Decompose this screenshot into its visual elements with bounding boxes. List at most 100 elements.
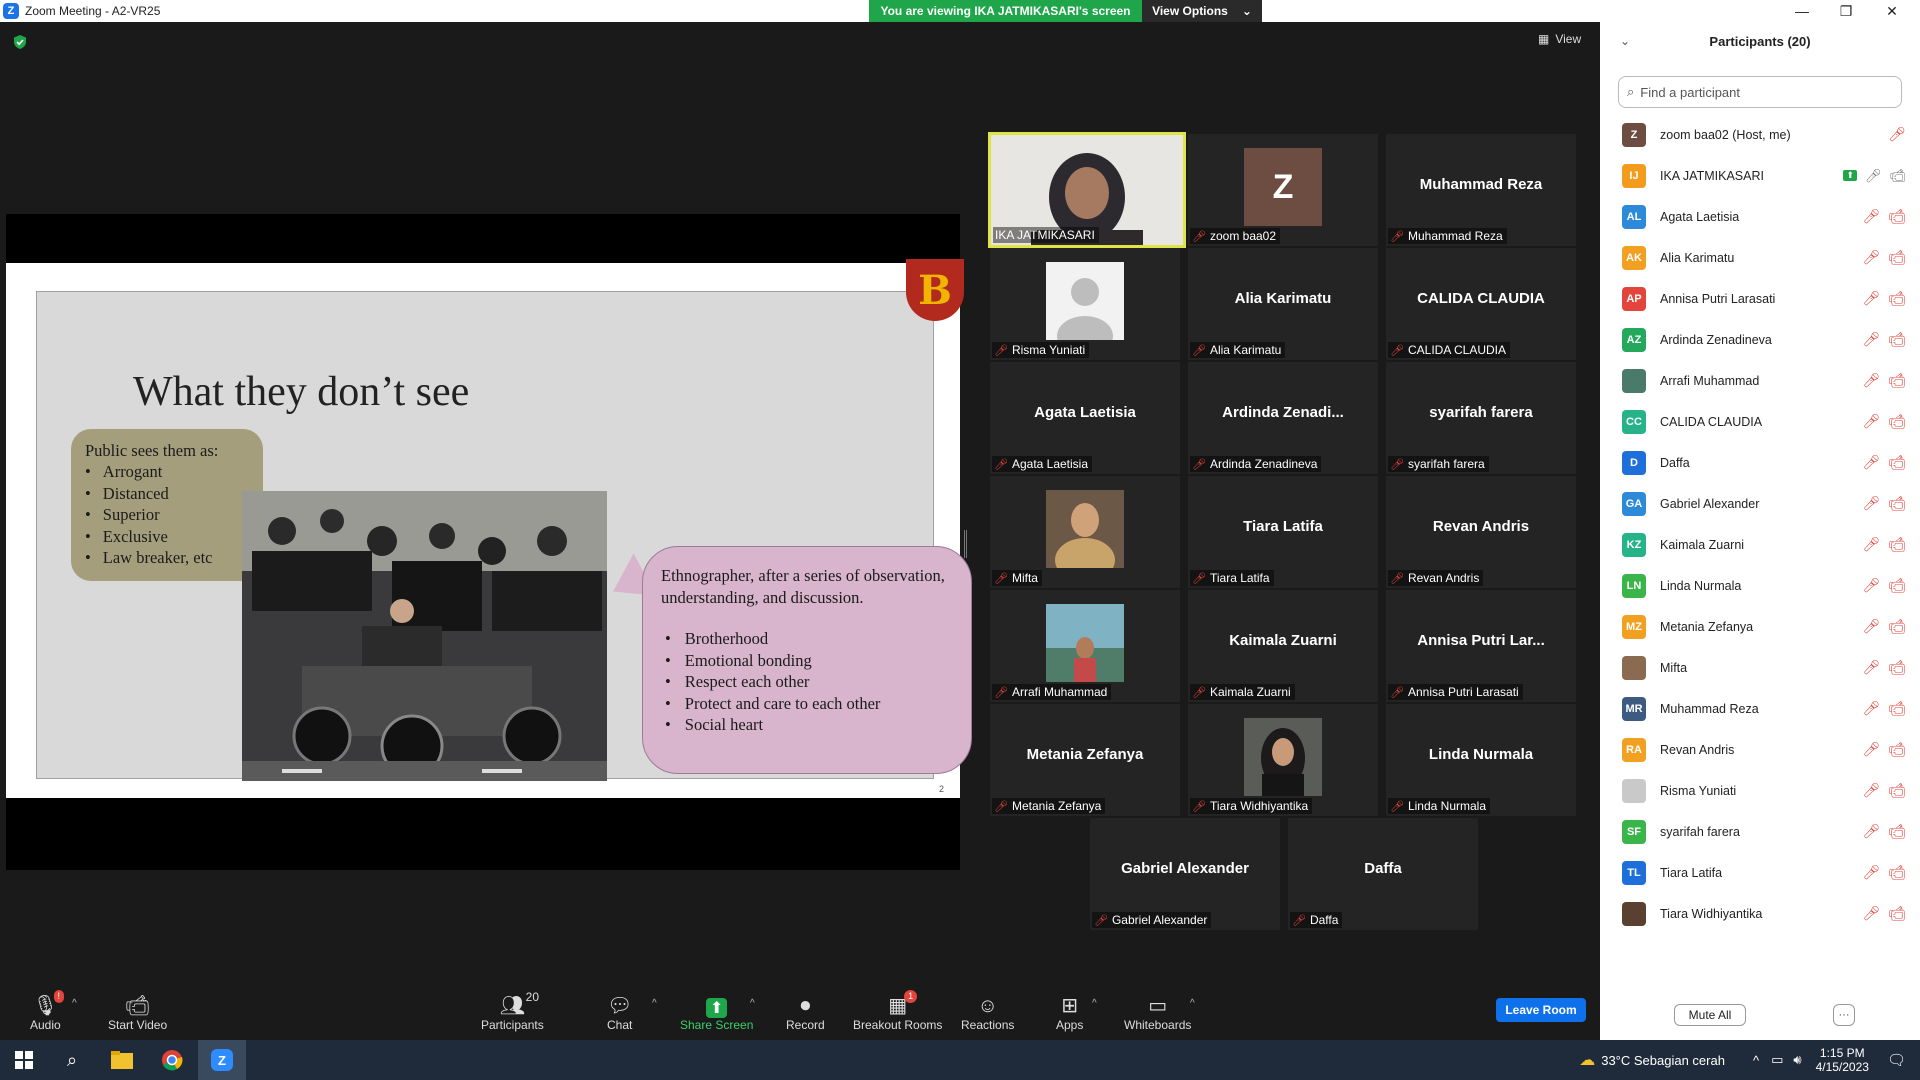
chat-button[interactable]: 💬︎ Chat xyxy=(607,990,632,1032)
restore-button[interactable]: ❐ xyxy=(1826,0,1866,22)
video-off-icon[interactable]: 📹︎ xyxy=(1888,700,1906,717)
participant-row[interactable]: KZ Kaimala Zuarni 🎤︎ 📹︎ xyxy=(1600,524,1920,565)
leave-room-button[interactable]: Leave Room xyxy=(1496,998,1586,1022)
participant-row[interactable]: Zzoom baa02 (Host, me) 🎤︎ xyxy=(1600,114,1920,155)
mic-muted-icon[interactable]: 🎤︎ xyxy=(1862,290,1880,307)
video-off-icon[interactable]: 📹︎ xyxy=(1888,413,1906,430)
shared-screen[interactable]: What they don’t see Public sees them as:… xyxy=(6,214,972,870)
more-options-button[interactable]: ··· xyxy=(1833,1004,1855,1026)
whiteboards-options-caret[interactable]: ^ xyxy=(1190,998,1195,1009)
participant-row[interactable]: AL Agata Laetisia 🎤︎ 📹︎ xyxy=(1600,196,1920,237)
video-off-icon[interactable]: 📹︎ xyxy=(1888,659,1906,676)
record-button[interactable]: ⏺︎ Record xyxy=(786,990,825,1032)
participant-row[interactable]: Mifta 🎤︎ 📹︎ xyxy=(1600,647,1920,688)
video-tile[interactable]: 🎤︎ Risma Yuniati xyxy=(990,248,1180,360)
video-tile[interactable]: Agata Laetisia 🎤︎ Agata Laetisia xyxy=(990,362,1180,474)
video-tile[interactable]: Revan Andris 🎤︎ Revan Andris xyxy=(1386,476,1576,588)
chrome-icon[interactable] xyxy=(148,1040,196,1080)
participants-button[interactable]: 👥︎ 20 Participants xyxy=(481,990,544,1032)
video-off-icon[interactable]: 📹︎ xyxy=(1888,454,1906,471)
video-tile[interactable]: Kaimala Zuarni 🎤︎ Kaimala Zuarni xyxy=(1188,590,1378,702)
video-tile[interactable]: Z 🎤︎ zoom baa02 xyxy=(1188,134,1378,246)
mic-muted-icon[interactable]: 🎤︎ xyxy=(1862,454,1880,471)
audio-button[interactable]: 🎙︎! Audio xyxy=(30,990,65,1032)
mic-muted-icon[interactable]: 🎤︎ xyxy=(1862,782,1880,799)
participant-row[interactable]: D Daffa 🎤︎ 📹︎ xyxy=(1600,442,1920,483)
breakout-rooms-button[interactable]: ▦ 1 Breakout Rooms xyxy=(853,990,942,1032)
participant-row[interactable]: MZ Metania Zefanya 🎤︎ 📹︎ xyxy=(1600,606,1920,647)
mic-muted-icon[interactable]: 🎤︎ xyxy=(1862,618,1880,635)
video-tile[interactable]: Tiara Latifa 🎤︎ Tiara Latifa xyxy=(1188,476,1378,588)
video-off-icon[interactable]: 📹︎ xyxy=(1888,495,1906,512)
tray-overflow-icon[interactable]: ^ xyxy=(1753,1053,1759,1068)
view-layout-button[interactable]: ▦ View xyxy=(1538,32,1581,46)
mic-muted-icon[interactable]: 🎤︎ xyxy=(1862,577,1880,594)
video-off-icon[interactable]: 📹︎ xyxy=(1888,782,1906,799)
video-tile[interactable]: Linda Nurmala 🎤︎ Linda Nurmala xyxy=(1386,704,1576,816)
video-tile[interactable]: Gabriel Alexander 🎤︎ Gabriel Alexander xyxy=(1090,818,1280,930)
mute-all-button[interactable]: Mute All xyxy=(1674,1004,1746,1026)
video-tile[interactable]: Annisa Putri Lar... 🎤︎ Annisa Putri Laras… xyxy=(1386,590,1576,702)
video-off-icon[interactable]: 📹︎ xyxy=(1888,290,1906,307)
video-tile[interactable]: Daffa 🎤︎ Daffa xyxy=(1288,818,1478,930)
mic-muted-icon[interactable]: 🎤︎ xyxy=(1862,249,1880,266)
video-tile[interactable]: Muhammad Reza 🎤︎ Muhammad Reza xyxy=(1386,134,1576,246)
participant-row[interactable]: CC CALIDA CLAUDIA 🎤︎ 📹︎ xyxy=(1600,401,1920,442)
microphone-icon[interactable]: 🎤︎ xyxy=(1865,168,1882,184)
video-off-icon[interactable]: 📹︎ xyxy=(1888,823,1906,840)
participant-row[interactable]: AP Annisa Putri Larasati 🎤︎ 📹︎ xyxy=(1600,278,1920,319)
video-off-icon[interactable]: 📹︎ xyxy=(1888,536,1906,553)
mic-muted-icon[interactable]: 🎤︎ xyxy=(1862,823,1880,840)
video-tile[interactable]: Ardinda Zenadi... 🎤︎ Ardinda Zenadineva xyxy=(1188,362,1378,474)
video-off-icon[interactable]: 📹︎ xyxy=(1888,331,1906,348)
video-tile[interactable]: Alia Karimatu 🎤︎ Alia Karimatu xyxy=(1188,248,1378,360)
video-tile[interactable]: syarifah farera 🎤︎ syarifah farera xyxy=(1386,362,1576,474)
participant-row[interactable]: Arrafi Muhammad 🎤︎ 📹︎ xyxy=(1600,360,1920,401)
split-resize-handle[interactable] xyxy=(964,530,967,558)
participant-row[interactable]: AZ Ardinda Zenadineva 🎤︎ 📹︎ xyxy=(1600,319,1920,360)
mic-muted-icon[interactable]: 🎤︎ xyxy=(1862,208,1880,225)
video-off-icon[interactable]: 📹︎ xyxy=(1888,864,1906,881)
apps-options-caret[interactable]: ^ xyxy=(1092,998,1097,1009)
video-off-icon[interactable]: 📹︎ xyxy=(1888,618,1906,635)
reactions-button[interactable]: ☺︎ Reactions xyxy=(961,990,1014,1032)
participant-row[interactable]: Risma Yuniati 🎤︎ 📹︎ xyxy=(1600,770,1920,811)
weather-text[interactable]: 33°C Sebagian cerah xyxy=(1601,1053,1725,1068)
mic-muted-icon[interactable]: 🎤︎ xyxy=(1862,741,1880,758)
mic-muted-icon[interactable]: 🎤︎ xyxy=(1862,659,1880,676)
chat-options-caret[interactable]: ^ xyxy=(652,998,657,1009)
view-options-button[interactable]: View Options ⌄ xyxy=(1142,0,1262,22)
video-off-icon[interactable]: 📹︎ xyxy=(1888,741,1906,758)
volume-icon[interactable]: 🔊︎ xyxy=(1793,1052,1801,1068)
participant-row[interactable]: GA Gabriel Alexander 🎤︎ 📹︎ xyxy=(1600,483,1920,524)
mic-muted-icon[interactable]: 🎤︎ xyxy=(1888,126,1906,143)
video-tile[interactable]: 🎤︎ Mifta xyxy=(990,476,1180,588)
minimize-button[interactable]: — xyxy=(1782,0,1822,22)
participant-row[interactable]: SF syarifah farera 🎤︎ 📹︎ xyxy=(1600,811,1920,852)
video-tile[interactable]: 🎤︎ Tiara Widhiyantika xyxy=(1188,704,1378,816)
participant-row[interactable]: TL Tiara Latifa 🎤︎ 📹︎ xyxy=(1600,852,1920,893)
video-camera-icon[interactable]: 📹︎ xyxy=(1889,168,1906,184)
video-off-icon[interactable]: 📹︎ xyxy=(1888,577,1906,594)
clock[interactable]: 1:15 PM 4/15/2023 xyxy=(1816,1046,1869,1074)
zoom-taskbar-icon[interactable]: Z xyxy=(198,1040,246,1080)
video-tile-active-speaker[interactable]: IKA JATMIKASARI xyxy=(988,132,1186,248)
video-off-icon[interactable]: 📹︎ xyxy=(1888,249,1906,266)
file-explorer-icon[interactable] xyxy=(98,1040,146,1080)
mic-muted-icon[interactable]: 🎤︎ xyxy=(1862,536,1880,553)
video-off-icon[interactable]: 📹︎ xyxy=(1888,372,1906,389)
share-screen-button[interactable]: ⬆ Share Screen xyxy=(680,990,753,1032)
security-shield-icon[interactable] xyxy=(12,34,28,50)
mic-muted-icon[interactable]: 🎤︎ xyxy=(1862,372,1880,389)
participant-row[interactable]: IJ IKA JATMIKASARI ⬆ 🎤︎ 📹︎ xyxy=(1600,155,1920,196)
video-tile[interactable]: 🎤︎ Arrafi Muhammad xyxy=(990,590,1180,702)
video-off-icon[interactable]: 📹︎ xyxy=(1888,905,1906,922)
close-button[interactable]: ✕ xyxy=(1872,0,1912,22)
mic-muted-icon[interactable]: 🎤︎ xyxy=(1862,495,1880,512)
mic-muted-icon[interactable]: 🎤︎ xyxy=(1862,413,1880,430)
mic-muted-icon[interactable]: 🎤︎ xyxy=(1862,700,1880,717)
mic-muted-icon[interactable]: 🎤︎ xyxy=(1862,331,1880,348)
audio-options-caret[interactable]: ^ xyxy=(72,998,77,1009)
participant-row[interactable]: LN Linda Nurmala 🎤︎ 📹︎ xyxy=(1600,565,1920,606)
windows-start-icon[interactable] xyxy=(0,1040,48,1080)
